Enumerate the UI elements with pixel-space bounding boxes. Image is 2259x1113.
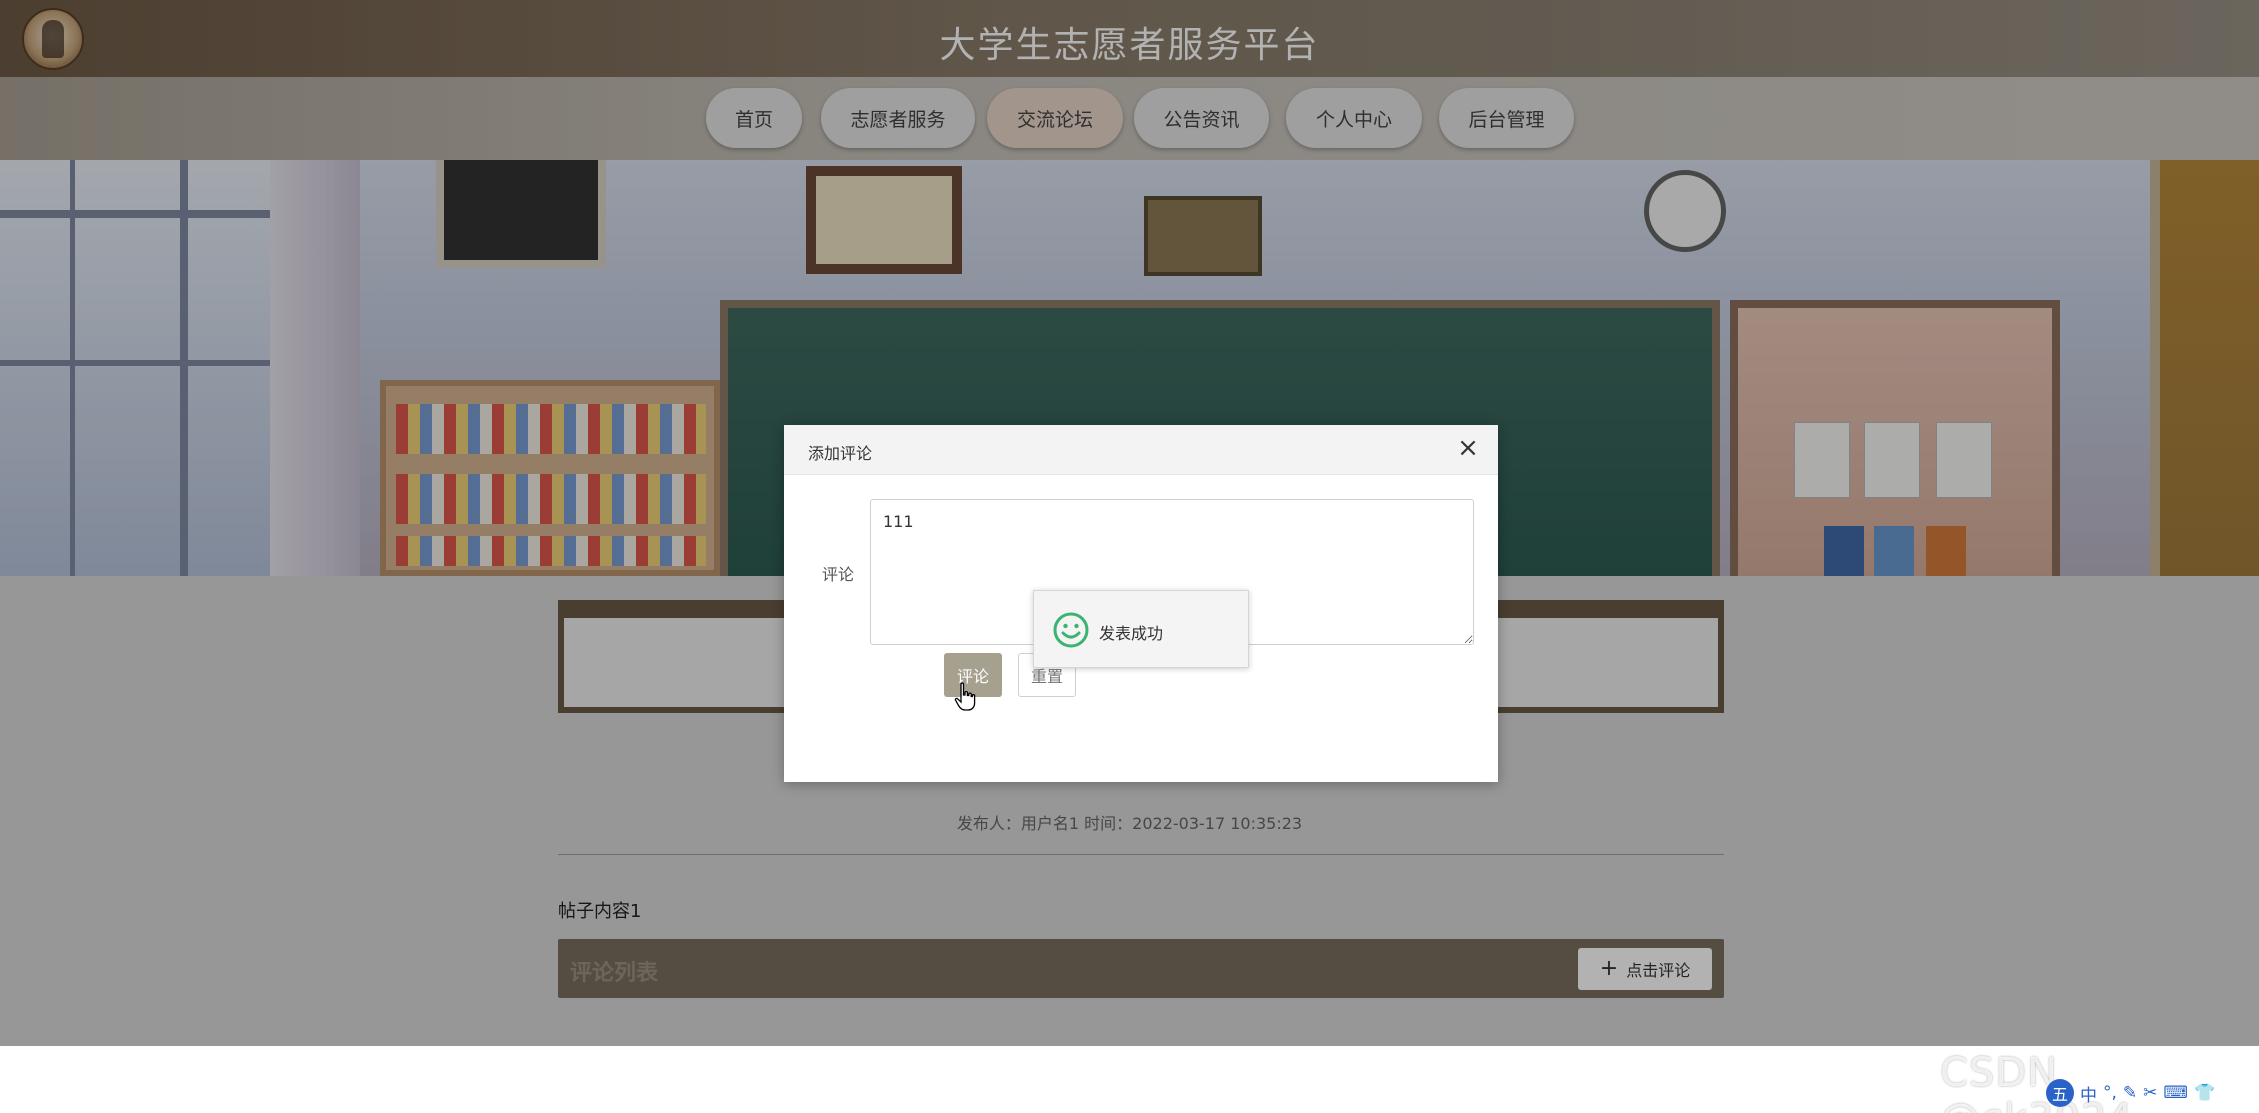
comment-field-label: 评论	[822, 565, 855, 584]
dialog-header: 添加评论 ×	[784, 425, 1498, 475]
smile-icon	[1053, 612, 1089, 648]
toast-message: 发表成功	[1099, 624, 1164, 643]
dialog-title: 添加评论	[808, 444, 873, 463]
ime-logo-icon[interactable]: 五	[2046, 1079, 2074, 1107]
page-footer	[0, 1046, 2259, 1113]
ime-toolbar: 五 中 °, ✎ ✂ ⌨ 👕	[2046, 1078, 2259, 1108]
ime-punctuation-icon[interactable]: °,	[2103, 1083, 2117, 1103]
success-toast: 发表成功	[1033, 590, 1249, 668]
ime-scissors-icon[interactable]: ✂	[2143, 1083, 2157, 1103]
ime-pen-icon[interactable]: ✎	[2123, 1083, 2137, 1103]
close-icon[interactable]: ×	[1456, 435, 1480, 461]
ime-skin-icon[interactable]: 👕	[2194, 1083, 2215, 1103]
hand-cursor-icon	[954, 682, 976, 711]
ime-language-toggle[interactable]: 中	[2080, 1081, 2097, 1106]
ime-keyboard-icon[interactable]: ⌨	[2163, 1083, 2188, 1103]
